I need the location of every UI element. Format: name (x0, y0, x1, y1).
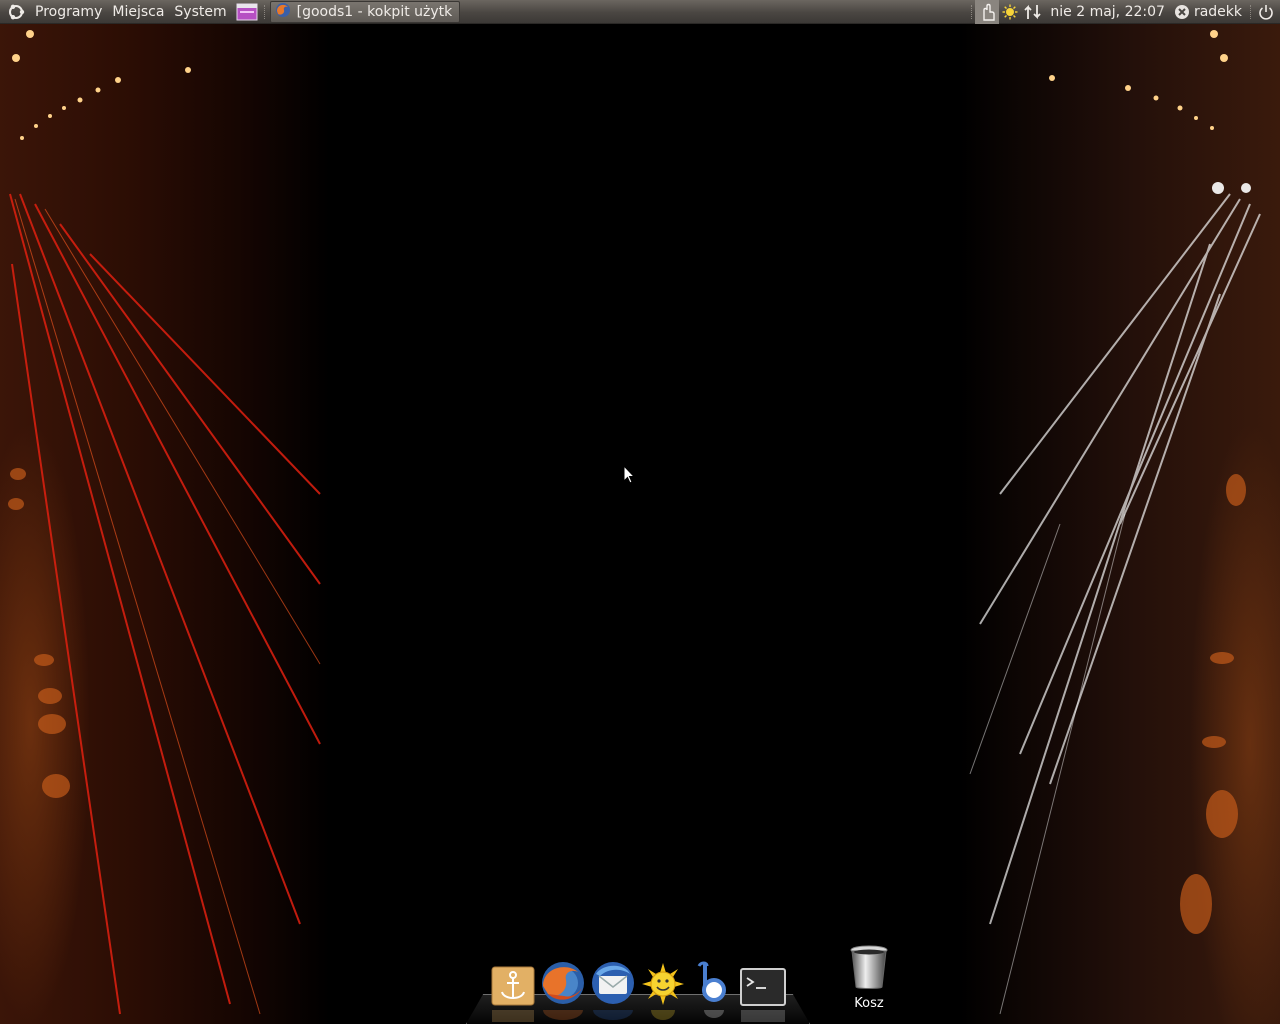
dock-terminal[interactable] (740, 964, 786, 1010)
sun-smiley-icon (640, 1010, 686, 1022)
ubuntu-logo-icon[interactable] (0, 0, 30, 24)
anchor-icon (491, 966, 535, 1010)
clock[interactable]: nie 2 maj, 22:07 (1045, 0, 1170, 24)
thunderbird-icon (590, 960, 636, 1010)
task-title: [goods1 - kokpit użytk... (296, 3, 453, 20)
bluetooth-b-icon (693, 960, 733, 1010)
panel-separator (1250, 4, 1252, 19)
dock-sun-app[interactable] (640, 962, 686, 1010)
desktop-wallpaper (0, 24, 1280, 1024)
trash-desktop-icon[interactable]: Kosz (842, 944, 896, 1014)
terminal-icon (740, 968, 786, 1010)
firefox-icon (540, 960, 586, 1010)
top-panel: Programy Miejsca System [goods1 - kokpit… (0, 0, 1280, 24)
weather-sun-icon[interactable] (999, 0, 1021, 24)
trash-icon (849, 944, 889, 994)
bluetooth-b-icon (690, 1010, 736, 1022)
dock-firefox[interactable] (540, 962, 586, 1010)
panel-separator (971, 4, 973, 19)
terminal-icon (740, 1010, 786, 1022)
thunderbird-icon (590, 1010, 636, 1022)
sun-smiley-icon (641, 962, 685, 1010)
trash-label: Kosz (854, 996, 884, 1011)
network-updown-icon[interactable] (1021, 0, 1045, 24)
touch-icon[interactable] (975, 0, 1000, 24)
user-status-icon[interactable] (1170, 0, 1192, 24)
taskbar-task-firefox[interactable]: [goods1 - kokpit użytk... (269, 0, 460, 23)
panel-separator (263, 4, 266, 19)
mouse-pointer-icon (623, 464, 636, 489)
firefox-icon (540, 1010, 586, 1022)
dock-icons (490, 961, 786, 1010)
anchor-icon (490, 1010, 536, 1022)
show-desktop-icon[interactable] (232, 0, 262, 24)
menu-system[interactable]: System (169, 0, 231, 24)
menu-places[interactable]: Miejsca (107, 0, 169, 24)
dock-b-app[interactable] (690, 961, 736, 1010)
menu-applications[interactable]: Programy (30, 0, 107, 24)
user-menu[interactable]: radekk (1192, 0, 1248, 24)
dock-thunderbird[interactable] (590, 962, 636, 1010)
wallpaper-right-road (960, 24, 1280, 1024)
wallpaper-left-road (0, 24, 330, 1024)
dock (466, 960, 810, 1024)
dock-reflection (490, 1010, 786, 1022)
dock-anchor[interactable] (490, 964, 536, 1010)
power-icon[interactable] (1254, 0, 1280, 24)
firefox-icon (275, 2, 291, 22)
